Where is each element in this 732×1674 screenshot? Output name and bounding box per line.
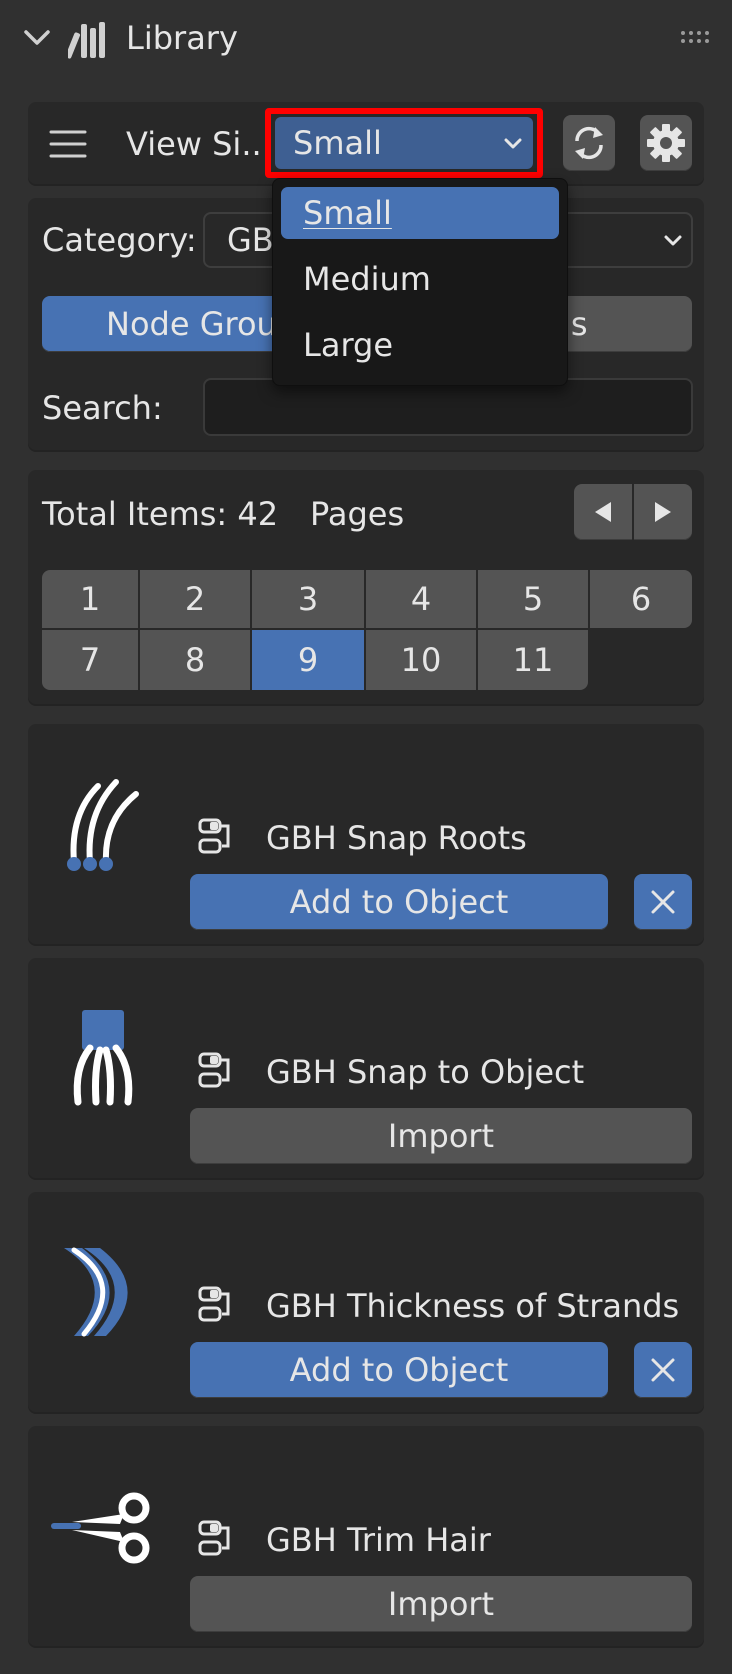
gear-icon	[647, 124, 685, 162]
node-tree-icon	[198, 1286, 230, 1322]
add-to-object-label: Add to Object	[289, 883, 509, 921]
page-number: 4	[410, 580, 432, 618]
tab-node-groups-label: Node Group	[106, 305, 298, 343]
close-icon	[651, 890, 675, 914]
page-button-3[interactable]: 3	[252, 570, 364, 628]
page-number: 2	[184, 580, 206, 618]
page-button-4[interactable]: 4	[366, 570, 476, 628]
pages-label: Pages	[310, 495, 405, 533]
remove-button[interactable]	[634, 874, 692, 930]
settings-button[interactable]	[640, 115, 692, 171]
page-number: 6	[630, 580, 652, 618]
view-size-label: View Si...	[126, 125, 272, 163]
view-size-select[interactable]: Small	[275, 117, 533, 169]
page-button-11[interactable]: 11	[478, 630, 588, 690]
node-tree-icon	[198, 1520, 230, 1556]
page-number: 8	[184, 641, 206, 679]
dropdown-option-large[interactable]: Large	[281, 319, 559, 371]
chevron-down-icon	[504, 138, 522, 149]
drag-grip-icon[interactable]	[680, 30, 710, 44]
page-button-7[interactable]: 7	[42, 630, 138, 690]
dropdown-option-label: Small	[303, 194, 392, 232]
search-label: Search:	[42, 389, 163, 427]
chevron-down-icon	[664, 235, 682, 246]
total-items-label: Total Items: 42	[42, 495, 279, 533]
import-label: Import	[387, 1585, 495, 1623]
panel-title: Library	[126, 19, 238, 57]
node-tree-icon	[198, 1052, 230, 1088]
page-number: 10	[400, 641, 442, 679]
page-number: 3	[297, 580, 319, 618]
item-title: GBH Thickness of Strands	[266, 1287, 680, 1325]
chevron-down-icon[interactable]	[22, 28, 52, 48]
hamburger-menu-icon[interactable]	[48, 128, 88, 160]
item-title: GBH Snap to Object	[266, 1053, 585, 1091]
dropdown-option-medium[interactable]: Medium	[281, 253, 559, 305]
import-button[interactable]: Import	[190, 1576, 692, 1632]
dropdown-option-label: Large	[303, 326, 394, 364]
category-label: Category:	[42, 221, 197, 259]
search-input[interactable]	[203, 378, 693, 436]
import-label: Import	[387, 1117, 495, 1155]
library-books-icon	[68, 22, 105, 59]
hair-snap-object-icon	[73, 1010, 133, 1106]
refresh-icon	[575, 126, 603, 160]
view-size-dropdown-menu: Small Medium Large	[272, 178, 568, 386]
page-button-9[interactable]: 9	[252, 630, 364, 690]
page-number: 9	[297, 641, 319, 679]
page-button-1[interactable]: 1	[42, 570, 138, 628]
hair-thickness-icon	[64, 1247, 128, 1337]
page-button-2[interactable]: 2	[140, 570, 250, 628]
item-title: GBH Snap Roots	[266, 819, 527, 857]
close-icon	[651, 1358, 675, 1382]
page-button-10[interactable]: 10	[366, 630, 476, 690]
page-number: 5	[522, 580, 544, 618]
node-tree-icon	[198, 818, 230, 854]
hair-snap-roots-icon	[67, 779, 139, 871]
page-button-8[interactable]: 8	[140, 630, 250, 690]
dropdown-option-small[interactable]: Small	[281, 187, 559, 239]
dropdown-option-label: Medium	[303, 260, 431, 298]
prev-page-button[interactable]	[574, 484, 632, 540]
refresh-button[interactable]	[563, 115, 615, 171]
page-number: 11	[512, 641, 554, 679]
add-to-object-button[interactable]: Add to Object	[190, 1342, 608, 1398]
add-to-object-label: Add to Object	[289, 1351, 509, 1389]
triangle-left-icon	[595, 502, 611, 522]
page-button-5[interactable]: 5	[478, 570, 588, 628]
page-number: 1	[79, 580, 101, 618]
scissors-icon	[51, 1492, 150, 1564]
remove-button[interactable]	[634, 1342, 692, 1398]
page-number: 7	[79, 641, 101, 679]
view-size-value: Small	[293, 124, 382, 162]
add-to-object-button[interactable]: Add to Object	[190, 874, 608, 930]
item-title: GBH Trim Hair	[266, 1521, 491, 1559]
next-page-button[interactable]	[634, 484, 692, 540]
page-button-6[interactable]: 6	[590, 570, 692, 628]
triangle-right-icon	[655, 502, 671, 522]
category-value: GB	[227, 221, 274, 259]
import-button[interactable]: Import	[190, 1108, 692, 1164]
